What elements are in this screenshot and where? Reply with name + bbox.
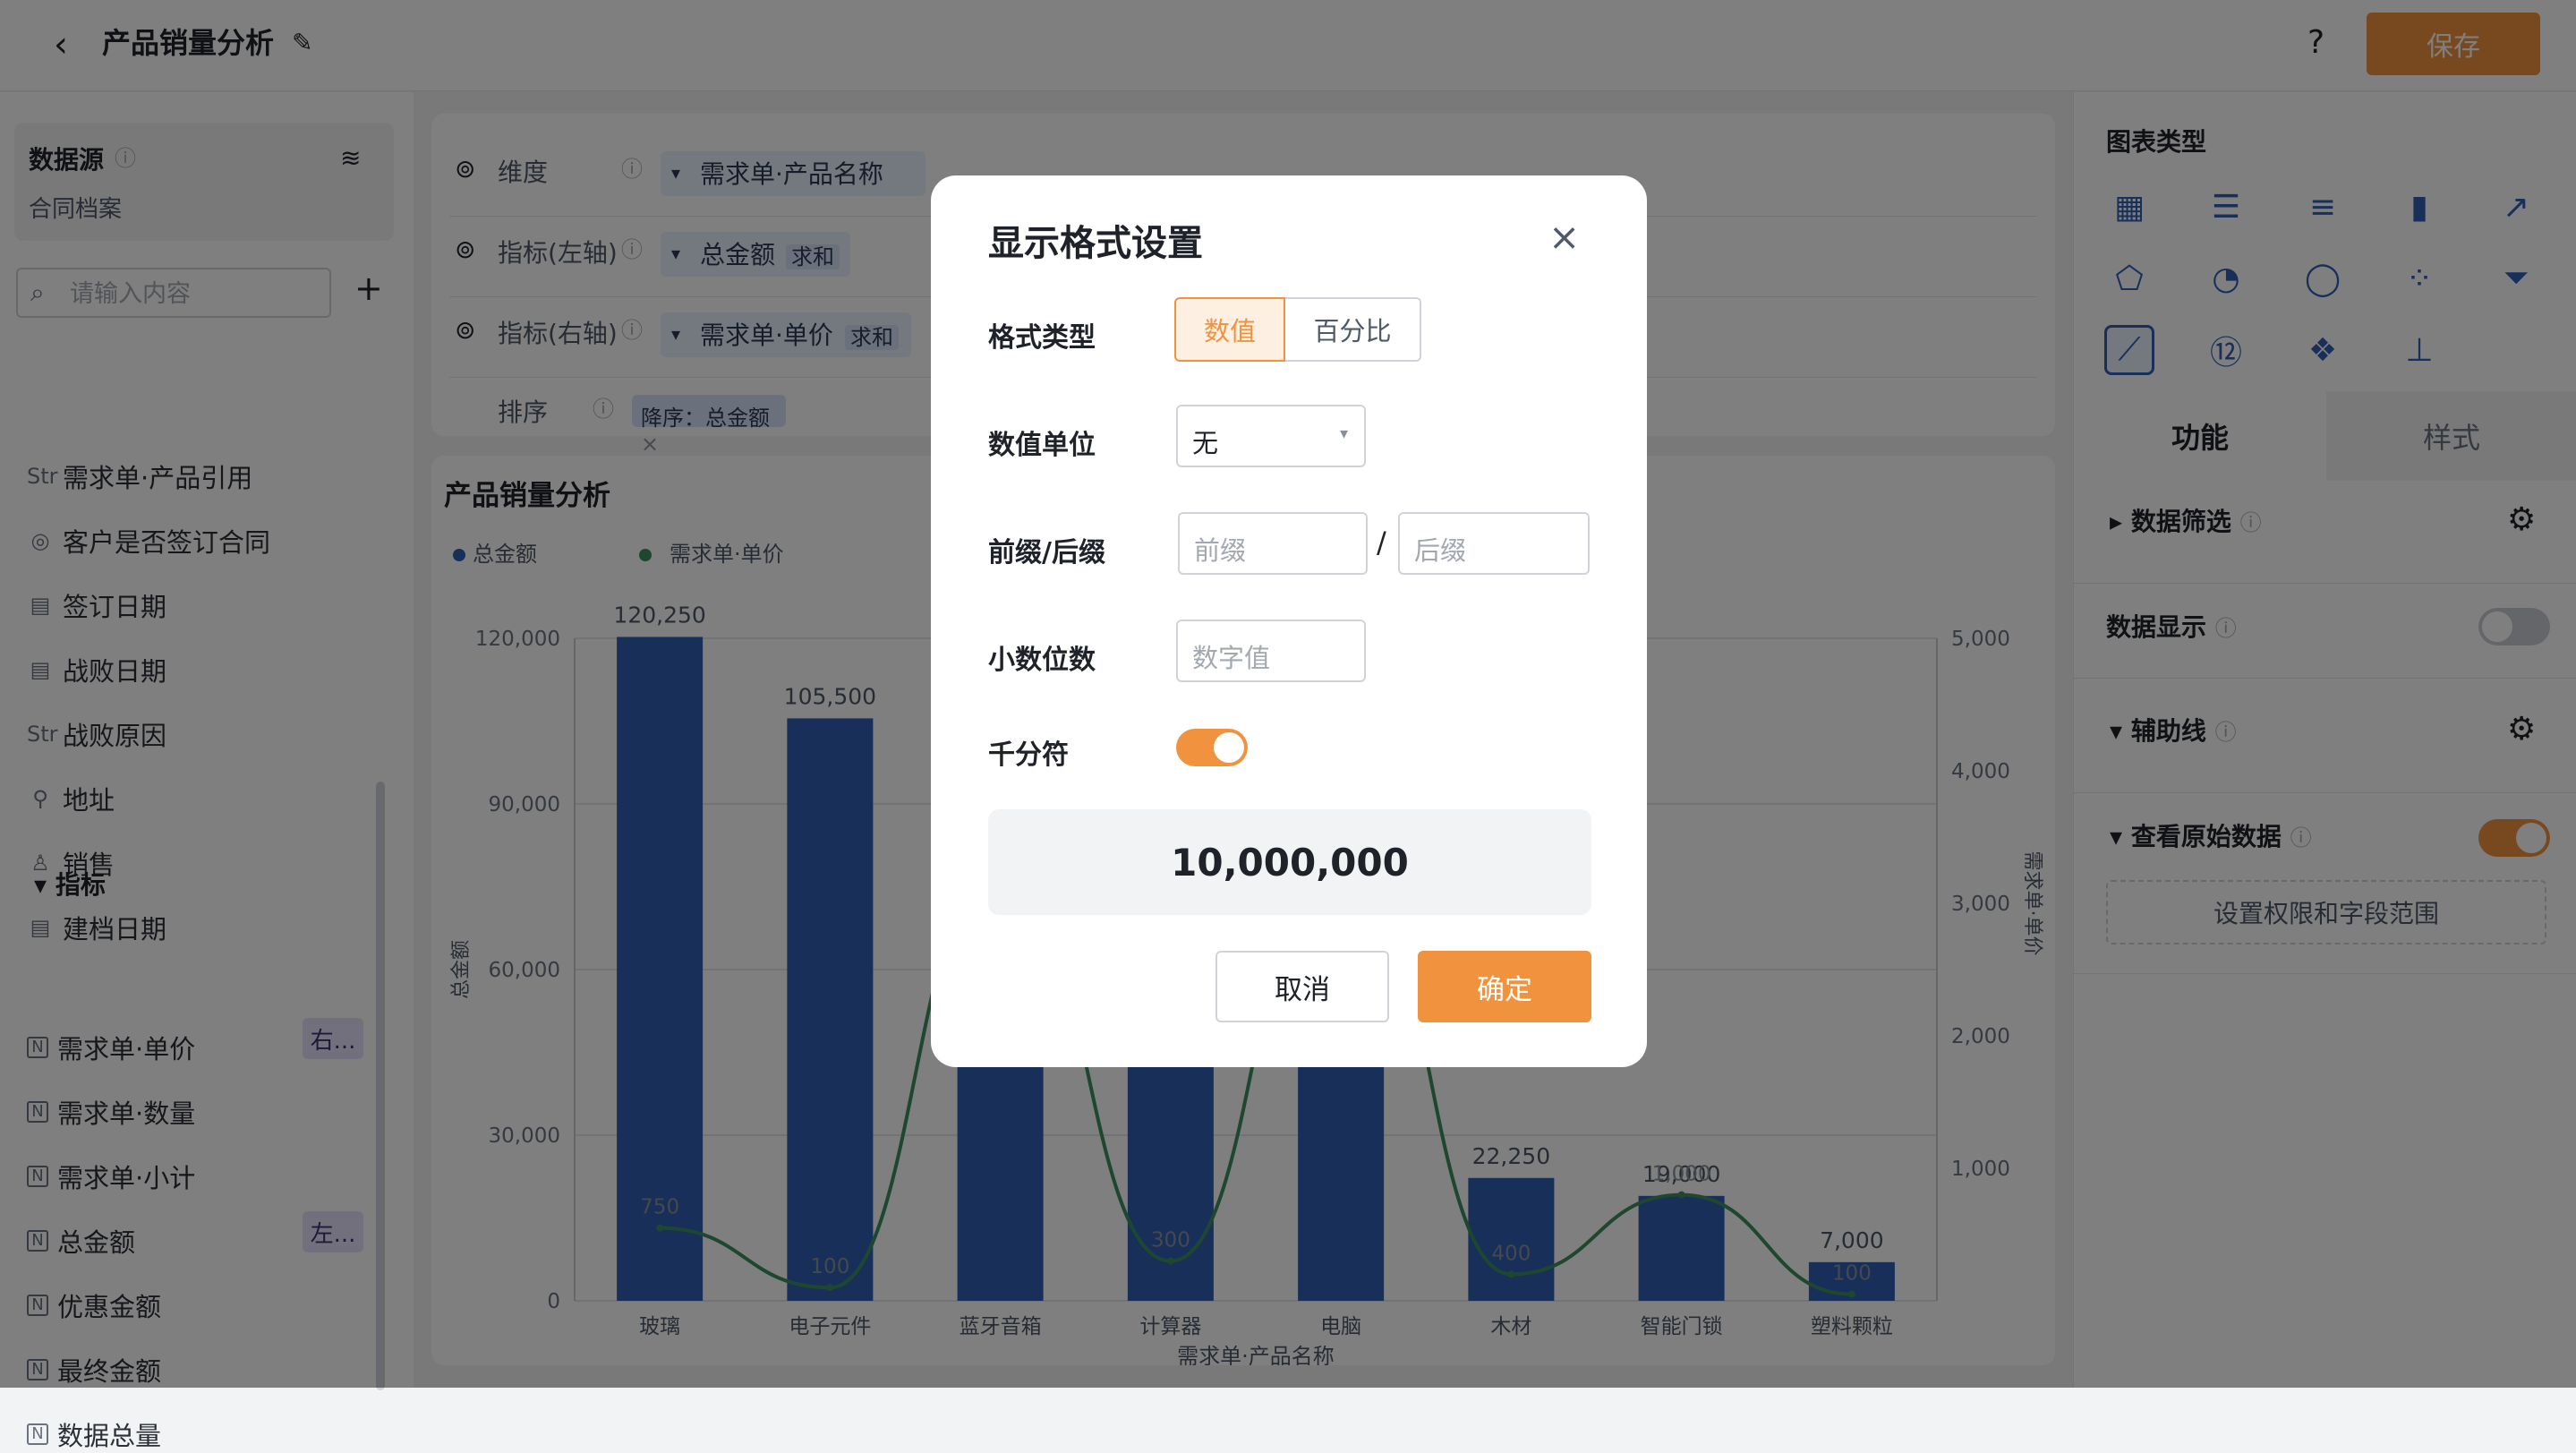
cancel-button-label: 取消 xyxy=(1275,973,1330,1006)
decimal-input[interactable]: 数字值 xyxy=(1176,620,1366,682)
format-preview: 10,000,000 xyxy=(988,809,1591,915)
affix-label: 前缀/后缀 xyxy=(988,537,1105,568)
format-settings-dialog: 显示格式设置 × 格式类型 数值 百分比 数值单位 无 ▾ 前缀/后缀 前缀 /… xyxy=(931,175,1647,1067)
prefix-input[interactable]: 前缀 xyxy=(1178,512,1368,575)
unit-select[interactable]: 无 ▾ xyxy=(1176,405,1366,467)
suffix-placeholder: 后缀 xyxy=(1414,535,1467,566)
suffix-input[interactable]: 后缀 xyxy=(1398,512,1590,575)
caret-down-icon: ▾ xyxy=(1339,424,1348,443)
unit-value: 无 xyxy=(1192,428,1219,458)
format-percent-option[interactable]: 百分比 xyxy=(1285,297,1421,362)
format-number-label: 数值 xyxy=(1203,316,1256,346)
decimal-placeholder: 数字值 xyxy=(1192,643,1271,673)
thousands-label: 千分符 xyxy=(988,739,1069,771)
unit-label: 数值单位 xyxy=(988,430,1096,461)
format-preview-value: 10,000,000 xyxy=(1171,840,1409,885)
toggle-knob xyxy=(1214,732,1244,763)
confirm-button[interactable]: 确定 xyxy=(1418,951,1591,1022)
metric-label: 数据总量 xyxy=(57,1421,162,1451)
format-percent-label: 百分比 xyxy=(1313,316,1392,346)
prefix-placeholder: 前缀 xyxy=(1194,535,1247,566)
metric-item[interactable]: N 数据总量 xyxy=(27,1415,161,1453)
cancel-button[interactable]: 取消 xyxy=(1215,951,1389,1022)
close-icon[interactable]: × xyxy=(1548,218,1580,256)
decimal-label: 小数位数 xyxy=(988,645,1096,676)
format-type-label: 格式类型 xyxy=(988,322,1096,354)
format-number-option[interactable]: 数值 xyxy=(1174,297,1285,362)
thousands-toggle[interactable] xyxy=(1176,729,1248,766)
metric-type-icon: N xyxy=(27,1423,48,1445)
confirm-button-label: 确定 xyxy=(1477,973,1532,1006)
dialog-title: 显示格式设置 xyxy=(988,223,1203,264)
affix-slash: / xyxy=(1377,526,1386,560)
